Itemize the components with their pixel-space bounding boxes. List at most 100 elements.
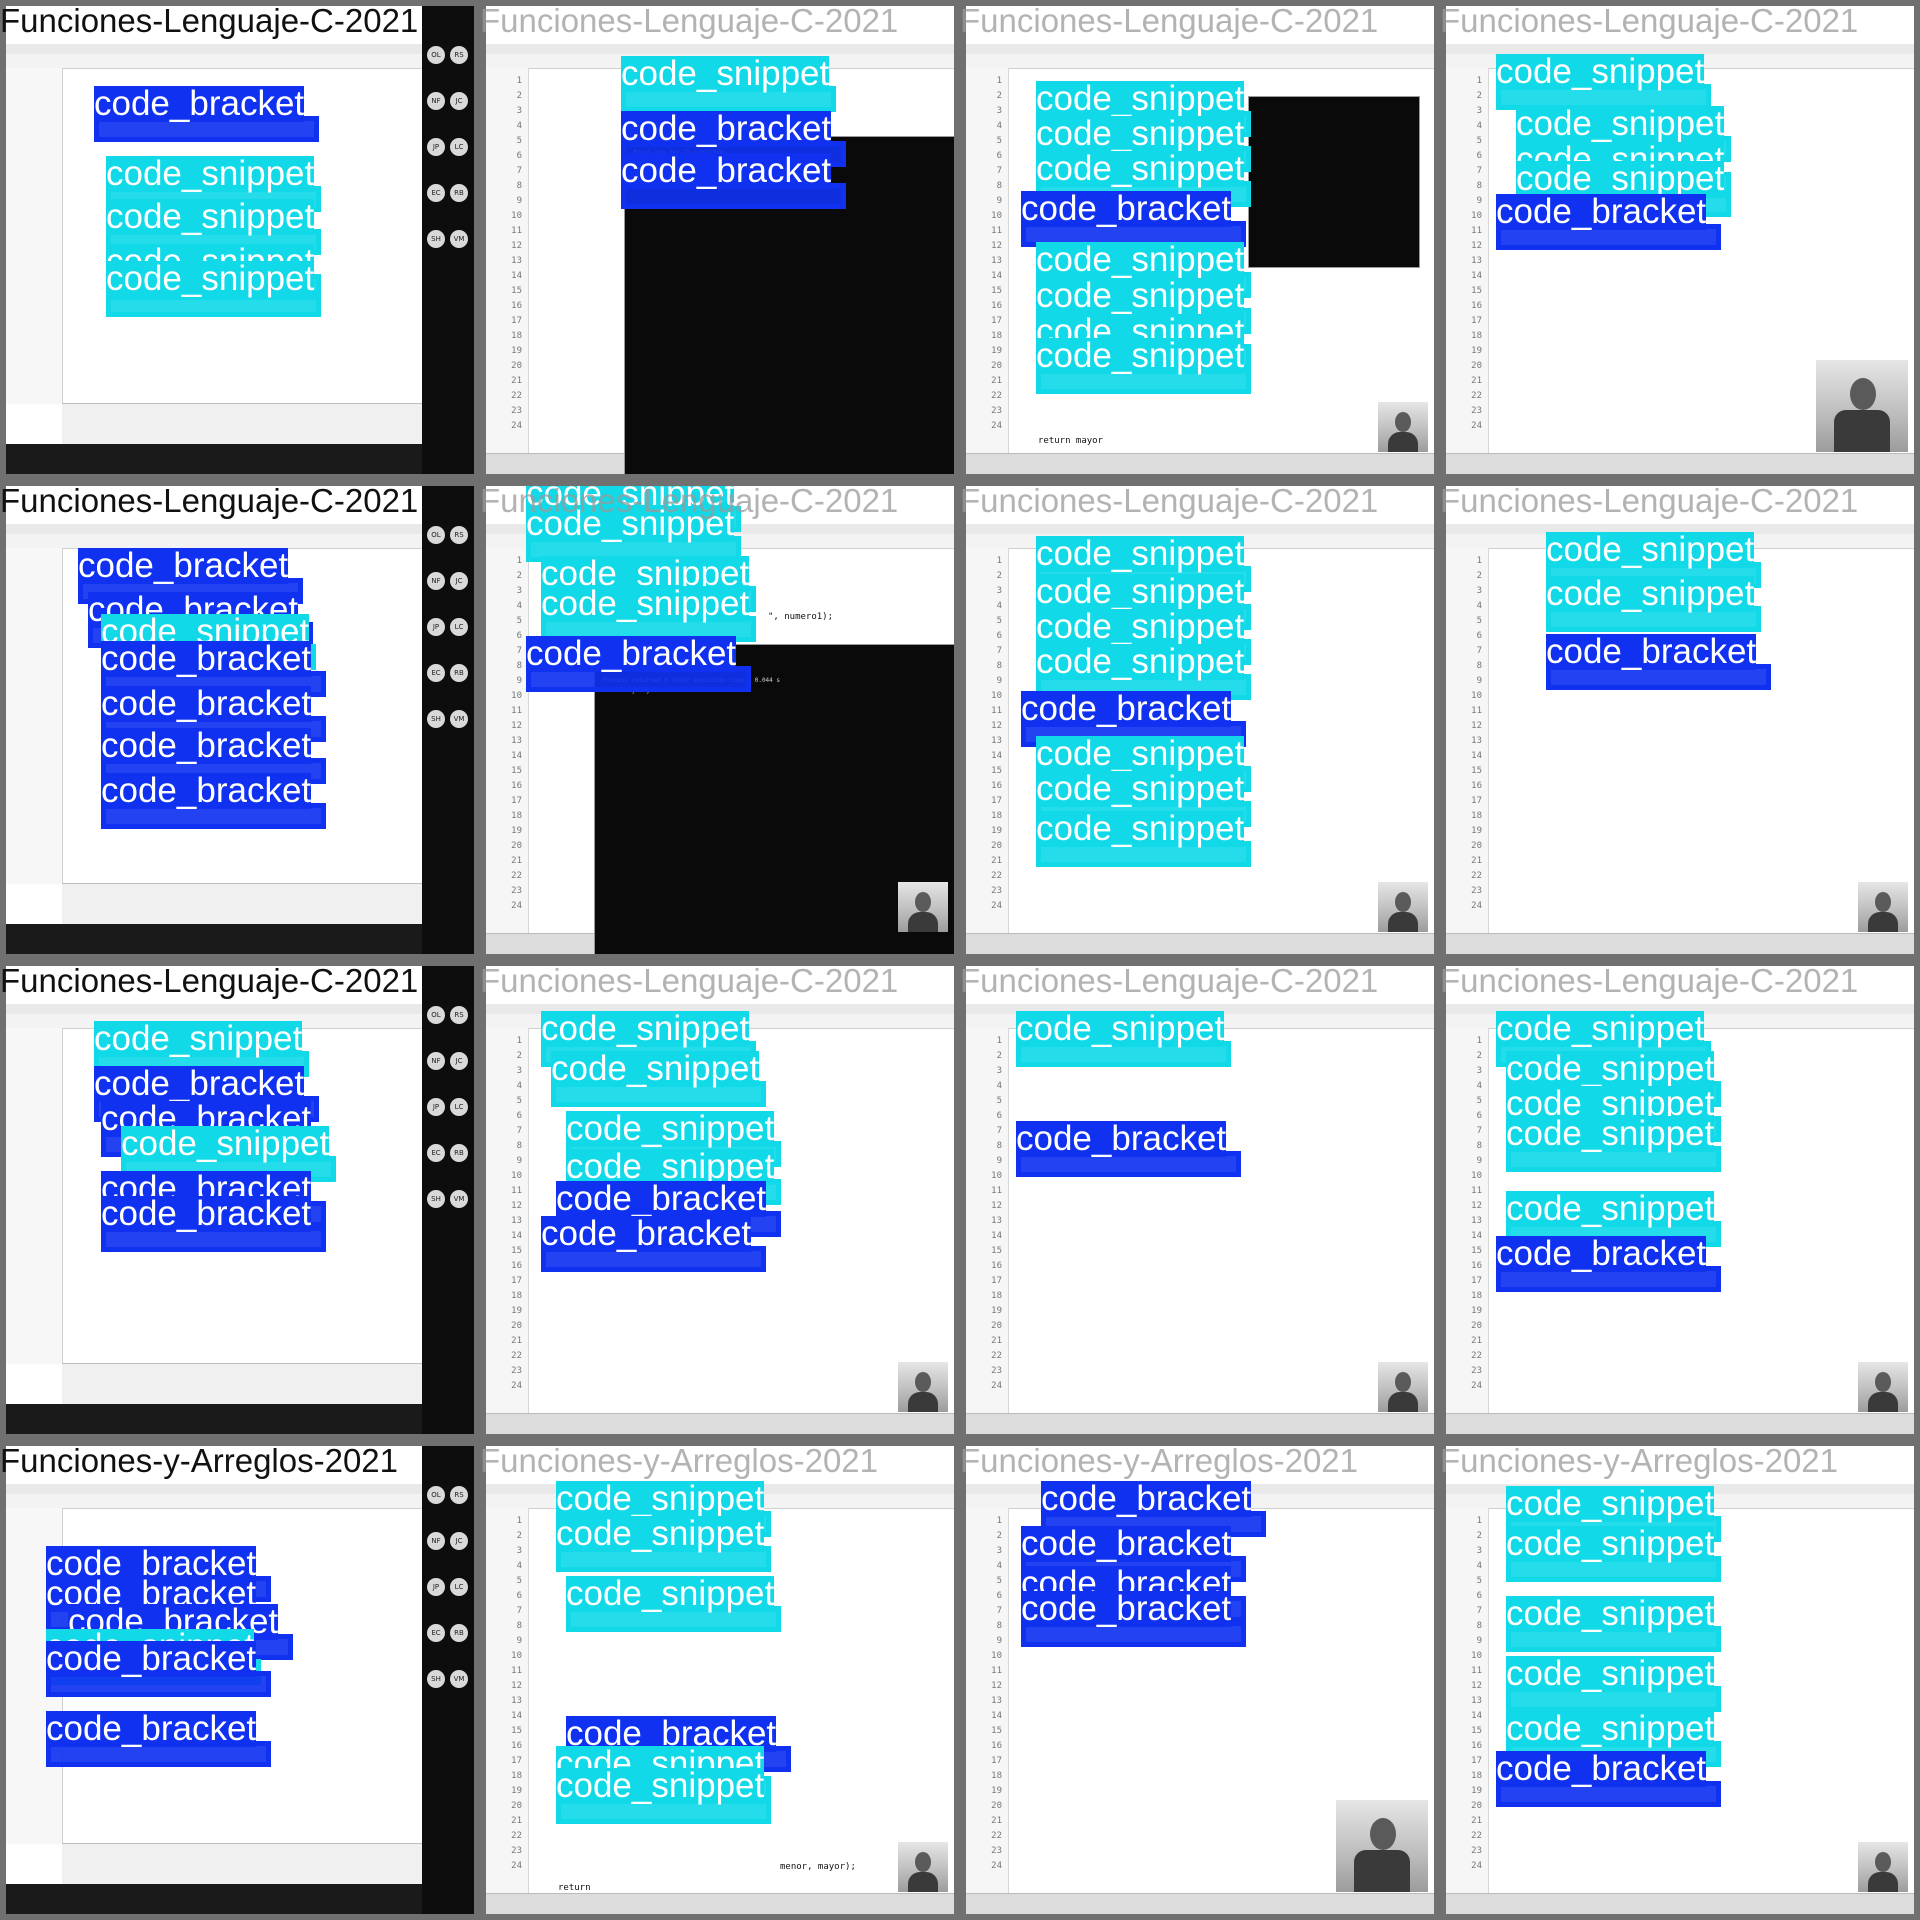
annotation-grid: OL RS NF JC JP LC EC RB SH VM code_bracket code_sni… [0, 0, 1920, 1920]
participant-avatar[interactable]: JP [427, 1578, 445, 1596]
line-number: 14 [1471, 1711, 1482, 1721]
line-number: 11 [511, 1186, 522, 1196]
video-title: Funciones-Lenguaje-C-2021 [480, 482, 899, 519]
code-snippet-label: code_snippet [1036, 642, 1245, 681]
screenshot-tile: 1 2 3 4 5 6 7 8 9 10 11 12 13 14 15 16 17 18 19 20 21 22 23 24 c… [480, 960, 960, 1440]
line-number: 9 [1476, 1156, 1482, 1166]
webcam-person-head [1875, 1372, 1891, 1392]
video-title: Funciones-Lenguaje-C-2021 [960, 482, 1379, 519]
participant-avatar[interactable]: VM [450, 230, 468, 248]
video-title: Funciones-Lenguaje-C-2021 [0, 2, 419, 39]
line-number: 9 [1476, 676, 1482, 686]
participant-avatar[interactable]: OL [427, 46, 445, 64]
participant-avatar[interactable]: RS [450, 526, 468, 544]
webcam-person-body [1834, 410, 1890, 452]
line-number: 22 [511, 391, 522, 401]
participant-avatar[interactable]: NF [427, 1052, 445, 1070]
code-bracket-label: code_bracket [1546, 632, 1757, 671]
participant-avatar[interactable]: JC [450, 572, 468, 590]
participant-avatar[interactable]: SH [427, 1190, 445, 1208]
participant-avatar[interactable]: JP [427, 618, 445, 636]
line-number: 6 [516, 631, 522, 641]
code-fragment: return mayor [1036, 436, 1106, 446]
line-number: 2 [516, 91, 522, 101]
line-number: 21 [511, 376, 522, 386]
line-number: 14 [991, 751, 1002, 761]
line-number: 8 [996, 661, 1002, 671]
line-number: 20 [511, 361, 522, 371]
participant-avatar[interactable]: RS [450, 1486, 468, 1504]
participant-avatar[interactable]: EC [427, 184, 445, 202]
participant-avatar[interactable]: OL [427, 526, 445, 544]
line-number: 1 [1476, 1036, 1482, 1046]
line-number: 23 [991, 886, 1002, 896]
line-number: 1 [996, 76, 1002, 86]
participant-avatar[interactable]: NF [427, 92, 445, 110]
code-snippet-label: code_snippet [94, 1019, 303, 1058]
participant-avatar[interactable]: RB [450, 184, 468, 202]
participant-avatar[interactable]: JP [427, 1098, 445, 1116]
participant-avatar[interactable]: SH [427, 710, 445, 728]
participant-avatar[interactable]: EC [427, 1624, 445, 1642]
participant-avatar[interactable]: NF [427, 1532, 445, 1550]
participant-avatar[interactable]: LC [450, 1098, 468, 1116]
line-number: 4 [1476, 1081, 1482, 1091]
participant-avatar[interactable]: LC [450, 138, 468, 156]
line-number: 10 [1471, 691, 1482, 701]
line-number: 16 [1471, 1741, 1482, 1751]
participant-avatar[interactable]: JC [450, 92, 468, 110]
participant-avatar[interactable]: RB [450, 1624, 468, 1642]
participant-avatar[interactable]: LC [450, 618, 468, 636]
code-snippet-label: code_snippet [1496, 52, 1705, 91]
participants-panel: OL RS NF JC JP LC EC RB SH VM [422, 966, 474, 1434]
video-title: Funciones-Lenguaje-C-2021 [1440, 482, 1859, 519]
line-number: 19 [991, 1786, 1002, 1796]
participant-avatar[interactable]: JC [450, 1052, 468, 1070]
participant-avatar[interactable]: VM [450, 1190, 468, 1208]
participant-avatar[interactable]: RS [450, 46, 468, 64]
line-number: 22 [511, 1831, 522, 1841]
line-number: 17 [991, 316, 1002, 326]
code-bracket-label: code_bracket [621, 151, 832, 190]
line-number: 21 [991, 856, 1002, 866]
line-number: 5 [1476, 1576, 1482, 1586]
participant-avatar[interactable]: VM [450, 1670, 468, 1688]
participant-avatar[interactable]: VM [450, 710, 468, 728]
line-number: 9 [1476, 196, 1482, 206]
line-number: 12 [1471, 1201, 1482, 1211]
participant-avatar[interactable]: OL [427, 1006, 445, 1024]
participant-avatar[interactable]: LC [450, 1578, 468, 1596]
participant-avatar[interactable]: RB [450, 1144, 468, 1162]
code-snippet-label: code_snippet [1036, 240, 1245, 279]
webcam-person-head [1395, 892, 1411, 912]
ide-screenshot: 1 2 3 4 5 6 7 8 9 10 11 12 13 14 15 16 17 18 19 20 21 22 23 24 c… [486, 966, 954, 1434]
participant-avatar[interactable]: EC [427, 1144, 445, 1162]
line-number: 12 [511, 1201, 522, 1211]
participant-avatar[interactable]: OL [427, 1486, 445, 1504]
video-title: Funciones-Lenguaje-C-2021 [0, 962, 419, 999]
code-snippet-label: code_snippet [1036, 79, 1245, 118]
participant-avatar[interactable]: RB [450, 664, 468, 682]
line-number: 4 [996, 601, 1002, 611]
participant-avatar[interactable]: NF [427, 572, 445, 590]
line-number: 24 [511, 421, 522, 431]
line-number: 10 [1471, 1651, 1482, 1661]
status-bar [1446, 1413, 1914, 1434]
line-number: 8 [996, 1141, 1002, 1151]
line-number: 4 [996, 1081, 1002, 1091]
line-number: 19 [1471, 1786, 1482, 1796]
participant-avatar[interactable]: SH [427, 1670, 445, 1688]
line-number: 14 [511, 1231, 522, 1241]
participant-avatar[interactable]: EC [427, 664, 445, 682]
webcam-thumbnail [1858, 1362, 1908, 1412]
participant-avatar[interactable]: SH [427, 230, 445, 248]
line-number: 7 [996, 166, 1002, 176]
participant-avatar[interactable]: JP [427, 138, 445, 156]
line-number: 4 [516, 601, 522, 611]
line-number: 7 [1476, 1606, 1482, 1616]
line-number: 22 [1471, 391, 1482, 401]
participant-avatar[interactable]: JC [450, 1532, 468, 1550]
code-snippet-label: code_snippet [551, 1049, 760, 1088]
participant-avatar[interactable]: RS [450, 1006, 468, 1024]
line-number: 14 [511, 1711, 522, 1721]
